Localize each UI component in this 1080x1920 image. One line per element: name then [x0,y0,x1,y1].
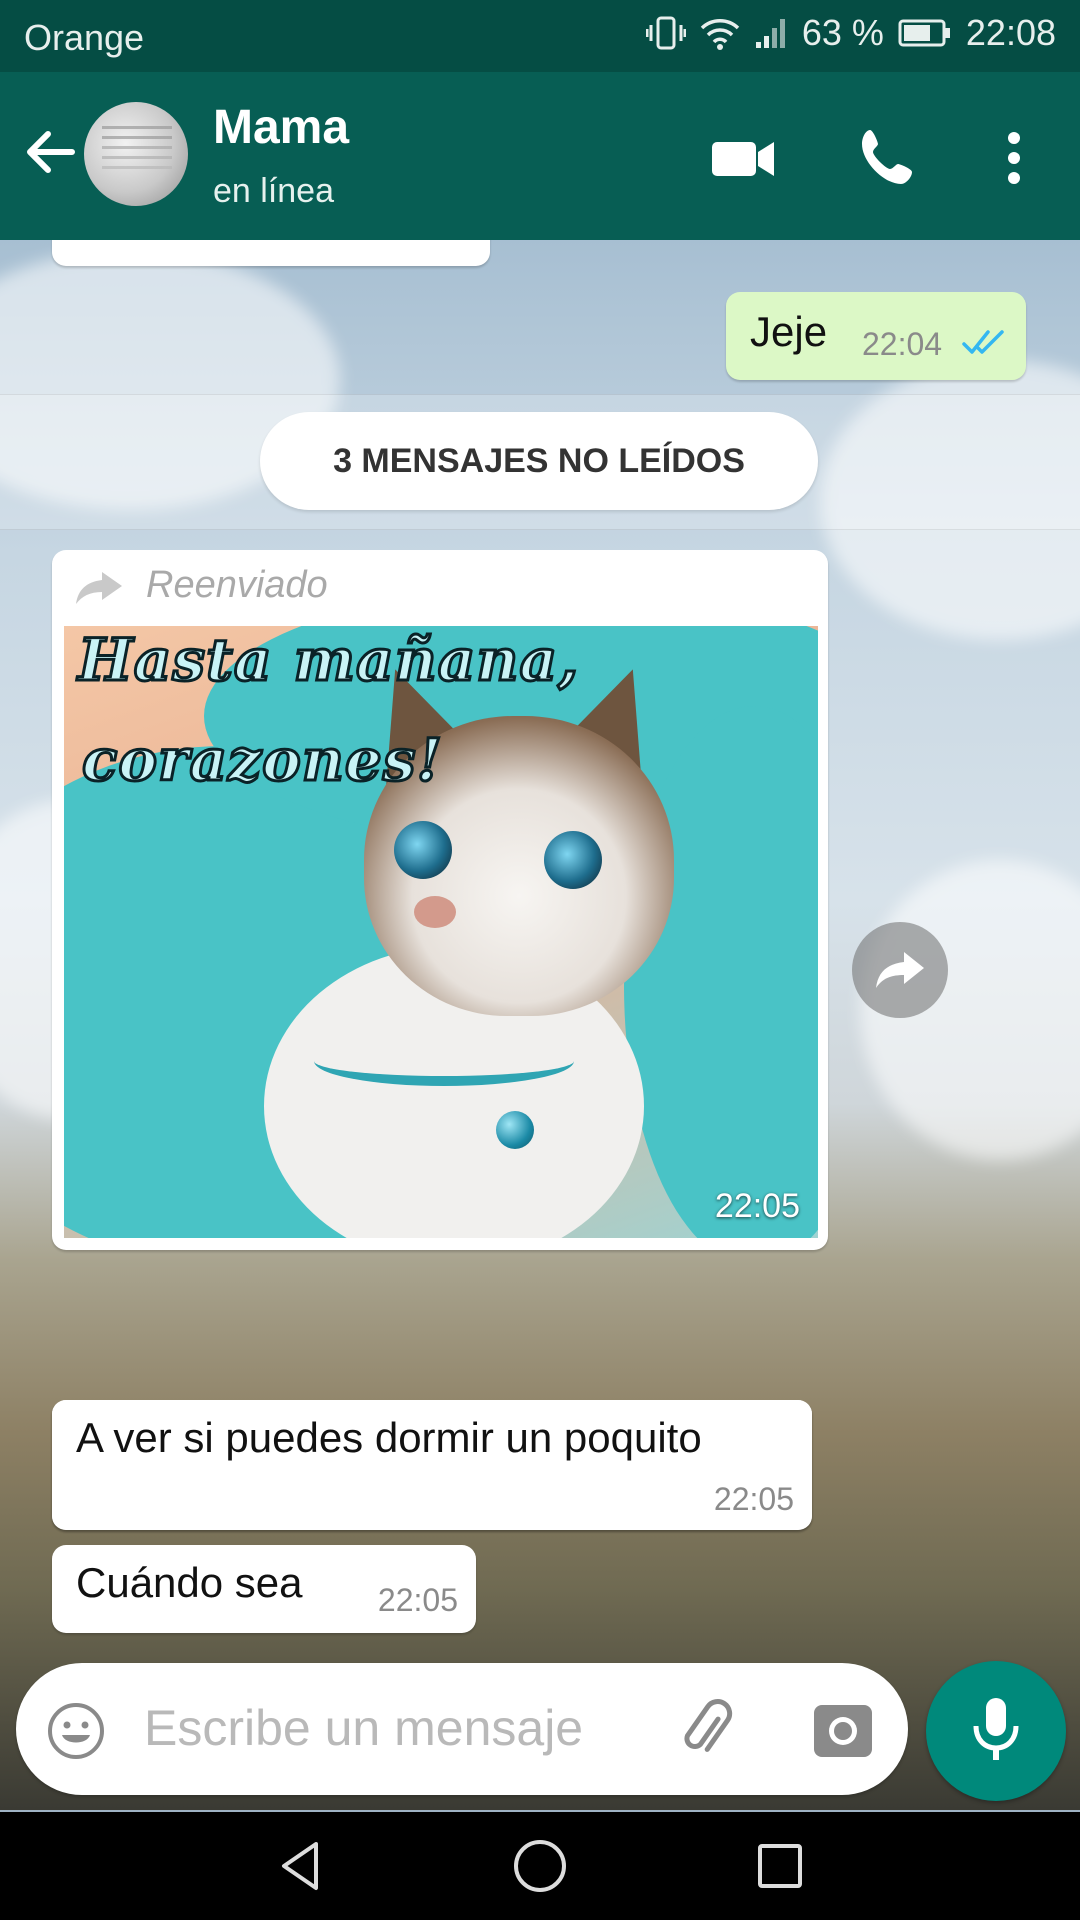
voice-message-button[interactable] [926,1661,1066,1801]
voice-call-icon[interactable] [852,122,924,194]
mic-icon [968,1694,1024,1769]
message-text: Cuándo sea [76,1559,303,1606]
carrier-name: Orange [24,17,145,58]
emoji-icon[interactable] [46,1701,106,1766]
forward-icon [872,946,928,995]
system-nav-bar [0,1812,1080,1920]
message-bubble-outgoing[interactable]: Jeje 22:04 [726,292,1026,380]
contact-avatar[interactable] [84,102,188,206]
forwarded-label: Reenviado [146,564,328,606]
message-time: 22:05 [713,1481,794,1517]
camera-icon[interactable] [812,1699,874,1766]
read-receipt-icon [962,326,1010,363]
contact-name[interactable]: Mama [213,100,349,155]
back-arrow-icon[interactable] [18,120,82,184]
unread-messages-label: 3 MENSAJES NO LEÍDOS [260,412,818,510]
attach-icon[interactable] [676,1699,740,1768]
message-text: A ver si puedes dormir un poquito [76,1414,702,1461]
battery-icon [898,18,952,48]
message-input[interactable]: Escribe un mensaje [144,1699,583,1757]
status-bar: Orange 63 % 22:08 [0,0,1080,72]
forward-button[interactable] [852,922,948,1018]
more-options-icon[interactable] [978,122,1050,194]
vibrate-icon [645,15,686,51]
signal-icon [754,16,788,50]
photo-time: 22:05 [714,1187,800,1225]
chat-header: Mama en línea [0,72,1080,240]
video-call-icon[interactable] [708,122,780,194]
message-composer[interactable]: Escribe un mensaje [16,1663,908,1795]
nav-recents-icon[interactable] [748,1834,812,1898]
nav-back-icon[interactable] [270,1834,334,1898]
photo-caption-line1: Hasta mañana, [76,626,580,696]
wifi-icon [700,16,740,50]
forwarded-photo[interactable]: Hasta mañana, corazones! 22:05 [64,626,818,1238]
contact-status: en línea [213,172,334,210]
message-time: 22:05 [377,1582,458,1618]
message-text: Jeje [750,308,828,355]
message-bubble-incoming[interactable] [52,240,490,266]
nav-home-icon[interactable] [508,1834,572,1898]
message-bubble-incoming[interactable]: Cuándo sea 22:05 [52,1545,476,1633]
clock: 22:08 [965,12,1056,53]
forwarded-icon [72,566,126,611]
battery-percent: 63 % [801,12,884,53]
message-time: 22:04 [862,326,943,362]
photo-caption-line2: corazones! [81,725,444,796]
message-bubble-incoming[interactable]: A ver si puedes dormir un poquito 22:05 [52,1400,812,1530]
